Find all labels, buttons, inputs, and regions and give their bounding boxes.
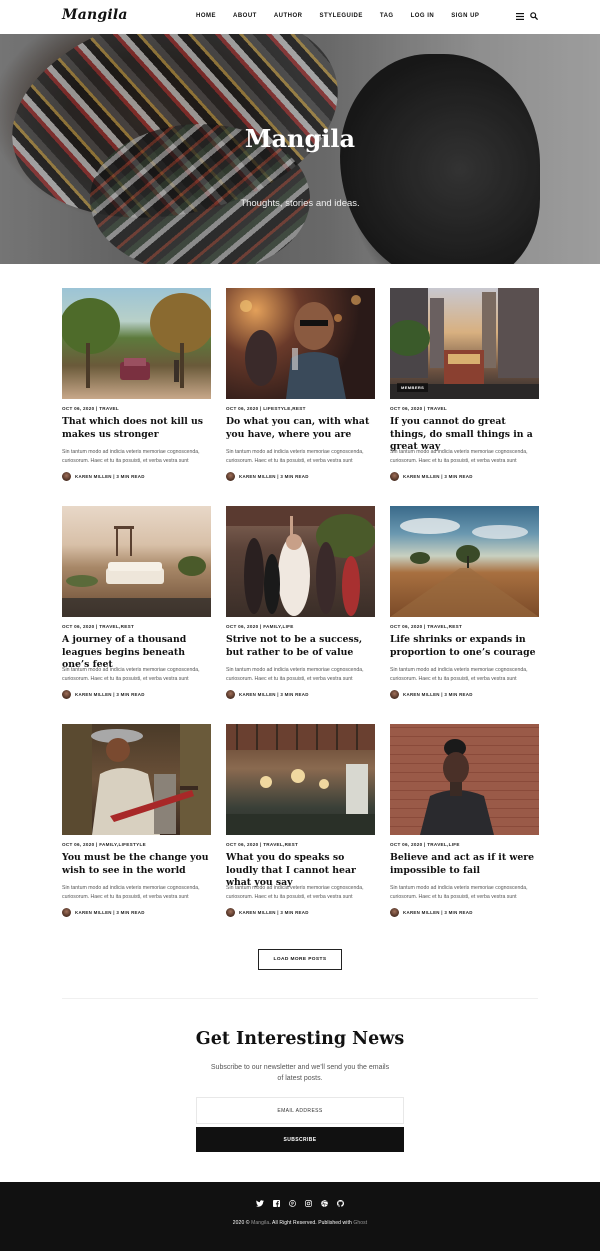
avatar[interactable] [226,472,235,481]
post-image[interactable]: MEMBERS [390,288,539,399]
post-excerpt: Sin tantum modo ad indicia veteris memor… [226,449,364,464]
avatar[interactable] [226,908,235,917]
post-excerpt: Sin tantum modo ad indicia veteris memor… [226,885,364,900]
avatar[interactable] [390,908,399,917]
post-author[interactable]: KAREN MILLEN | 3 MIN READ [62,690,145,699]
post-excerpt: Sin tantum modo ad indicia veteris memor… [390,449,528,464]
post-author[interactable]: KAREN MILLEN | 3 MIN READ [226,908,309,917]
post-image[interactable] [390,724,539,835]
post-author[interactable]: KAREN MILLEN | 3 MIN READ [390,908,473,917]
author-name: KAREN MILLEN | 3 MIN READ [403,474,473,479]
post-image[interactable] [226,506,375,617]
site-logo[interactable]: Mangila [62,7,128,23]
post-title[interactable]: Do what you can, with what you have, whe… [226,416,375,441]
nav-tag[interactable]: TAG [380,13,394,19]
post-author[interactable]: KAREN MILLEN | 3 MIN READ [390,472,473,481]
author-name: KAREN MILLEN | 3 MIN READ [403,692,473,697]
post-excerpt: Sin tantum modo ad indicia veteris memor… [390,885,528,900]
hero-subtitle: Thoughts, stories and ideas. [240,198,360,209]
email-field[interactable] [196,1097,404,1124]
post-meta: OCT 06, 2020 | TRAVEL [390,406,448,411]
pinterest-icon[interactable] [288,1199,297,1208]
avatar[interactable] [62,472,71,481]
post-meta: OCT 06, 2020 | FAMILY,LIFESTYLE [62,842,146,847]
subscribe-button[interactable]: SUBSCRIBE [196,1127,404,1152]
author-name: KAREN MILLEN | 3 MIN READ [75,474,145,479]
post-title[interactable]: Strive not to be a success, but rather t… [226,634,375,659]
facebook-icon[interactable] [272,1199,281,1208]
post-image[interactable] [62,724,211,835]
avatar[interactable] [62,908,71,917]
newsletter-description: Subscribe to our newsletter and we’ll se… [210,1064,390,1082]
newsletter-title: Get Interesting News [195,1029,405,1049]
post-meta: OCT 06, 2020 | TRAVEL,REST [226,842,299,847]
author-name: KAREN MILLEN | 3 MIN READ [403,910,473,915]
post-excerpt: Sin tantum modo ad indicia veteris memor… [390,667,528,682]
members-badge: MEMBERS [397,383,429,392]
nav-about[interactable]: ABOUT [233,13,257,19]
nav-home[interactable]: HOME [196,13,216,19]
header-actions [516,12,538,20]
avatar[interactable] [226,690,235,699]
author-name: KAREN MILLEN | 3 MIN READ [239,474,309,479]
nav-styleguide[interactable]: STYLEGUIDE [320,13,363,19]
dribbble-icon[interactable] [320,1199,329,1208]
post-meta: OCT 06, 2020 | TRAVEL,REST [62,624,135,629]
post-author[interactable]: KAREN MILLEN | 3 MIN READ [226,690,309,699]
author-name: KAREN MILLEN | 3 MIN READ [239,692,309,697]
load-more-button[interactable]: LOAD MORE POSTS [258,949,342,970]
hero-banner: Mangila Thoughts, stories and ideas. [0,34,600,264]
nav-author[interactable]: AUTHOR [274,13,303,19]
post-image[interactable] [226,724,375,835]
twitter-icon[interactable] [256,1199,265,1208]
nav-sign-up[interactable]: SIGN UP [451,13,479,19]
author-name: KAREN MILLEN | 3 MIN READ [75,692,145,697]
post-title[interactable]: That which does not kill us makes us str… [62,416,211,441]
post-meta: OCT 06, 2020 | FAMILY,LIFE [226,624,294,629]
post-image[interactable] [62,288,211,399]
nav-log-in[interactable]: LOG IN [411,13,435,19]
post-author[interactable]: KAREN MILLEN | 3 MIN READ [390,690,473,699]
post-excerpt: Sin tantum modo ad indicia veteris memor… [62,667,200,682]
footer-platform-link[interactable]: Ghost [353,1220,367,1226]
menu-icon[interactable] [516,12,524,20]
copyright-text: 2020 © Mangila. All Right Reserved. Publ… [232,1220,368,1226]
github-icon[interactable] [336,1199,345,1208]
main-nav: HOME ABOUT AUTHOR STYLEGUIDE TAG LOG IN … [196,13,496,19]
author-name: KAREN MILLEN | 3 MIN READ [75,910,145,915]
avatar[interactable] [62,690,71,699]
post-excerpt: Sin tantum modo ad indicia veteris memor… [226,667,364,682]
post-author[interactable]: KAREN MILLEN | 3 MIN READ [226,472,309,481]
instagram-icon[interactable] [304,1199,313,1208]
post-meta: OCT 06, 2020 | TRAVEL [62,406,120,411]
social-links [0,1199,600,1208]
post-meta: OCT 06, 2020 | TRAVEL,REST [390,624,463,629]
post-image[interactable] [226,288,375,399]
site-header: Mangila HOME ABOUT AUTHOR STYLEGUIDE TAG… [0,0,600,34]
site-footer: 2020 © Mangila. All Right Reserved. Publ… [0,1182,600,1251]
post-meta: OCT 06, 2020 | LIFESTYLE,REST [226,406,306,411]
author-name: KAREN MILLEN | 3 MIN READ [239,910,309,915]
post-title[interactable]: Believe and act as if it were impossible… [390,852,539,877]
search-icon[interactable] [530,12,538,20]
post-excerpt: Sin tantum modo ad indicia veteris memor… [62,449,200,464]
post-meta: OCT 06, 2020 | TRAVEL,LIFE [390,842,460,847]
post-author[interactable]: KAREN MILLEN | 3 MIN READ [62,908,145,917]
post-image[interactable] [390,506,539,617]
post-title[interactable]: You must be the change you wish to see i… [62,852,211,877]
post-title[interactable]: Life shrinks or expands in proportion to… [390,634,539,659]
post-image[interactable] [62,506,211,617]
avatar[interactable] [390,472,399,481]
post-author[interactable]: KAREN MILLEN | 3 MIN READ [62,472,145,481]
hero-title: Mangila [244,124,356,153]
section-divider [62,998,538,999]
post-excerpt: Sin tantum modo ad indicia veteris memor… [62,885,200,900]
footer-site-link[interactable]: Mangila [251,1220,269,1226]
avatar[interactable] [390,690,399,699]
